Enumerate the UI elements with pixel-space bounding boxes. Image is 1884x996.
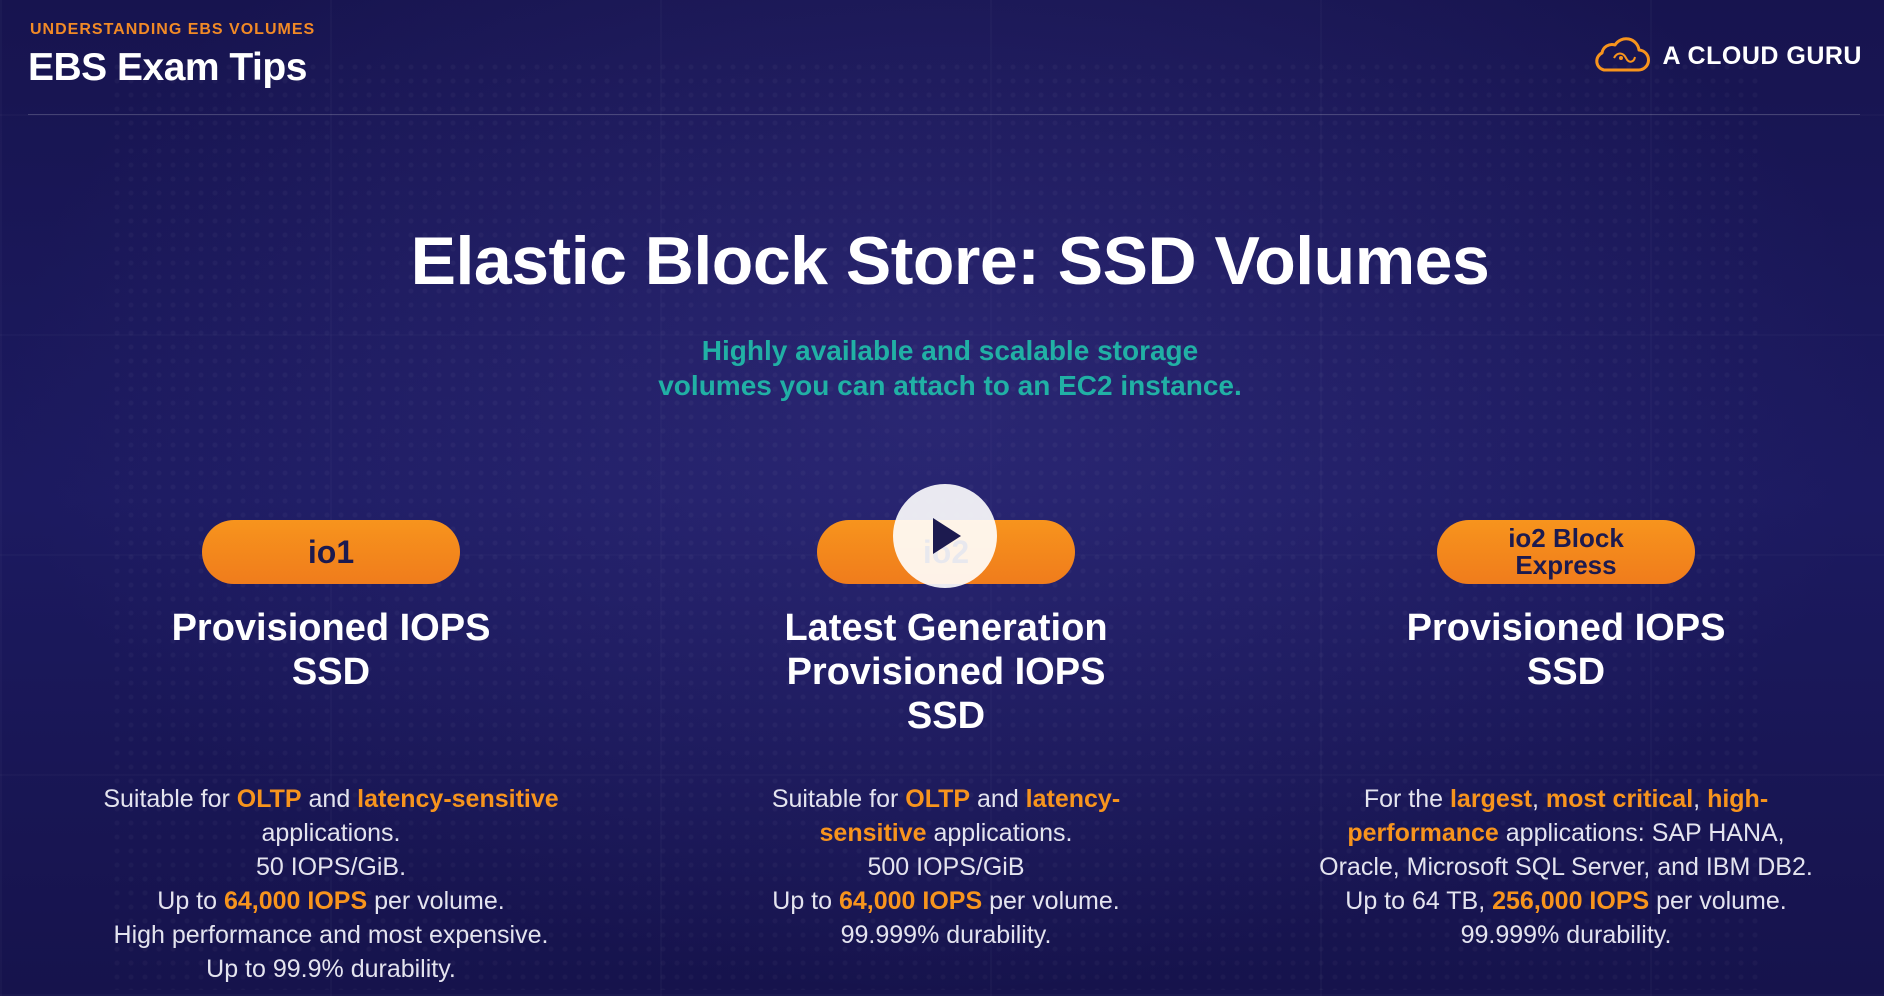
brand: A CLOUD GURU bbox=[1590, 36, 1862, 76]
volume-column-io1: io1 Provisioned IOPS SSD Suitable for OL… bbox=[70, 520, 592, 983]
play-button[interactable] bbox=[893, 484, 997, 588]
volume-title-line: Provisioned IOPS bbox=[786, 651, 1106, 693]
cloud-icon bbox=[1595, 37, 1651, 72]
desc-line: 99.999% durability. bbox=[1460, 921, 1672, 949]
volume-title: Latest Generation Provisioned IOPS SSD bbox=[695, 606, 1197, 738]
volume-title: Provisioned IOPS SSD bbox=[70, 606, 592, 694]
desc-line: performance applications: SAP HANA, bbox=[1347, 819, 1785, 847]
desc-line: Up to 64,000 IOPS per volume. bbox=[772, 887, 1120, 915]
slide-title: Elastic Block Store: SSD Volumes bbox=[410, 223, 1490, 299]
section-label: UNDERSTANDING EBS VOLUMES bbox=[30, 21, 316, 38]
volume-title-line: Latest Generation bbox=[784, 607, 1108, 649]
desc-line: Up to 64 TB, 256,000 IOPS per volume. bbox=[1345, 887, 1787, 915]
volume-badge-io2-block-express: io2 Block Express bbox=[1437, 520, 1695, 584]
desc-line: For the largest, most critical, high- bbox=[1363, 785, 1769, 813]
desc-line: 500 IOPS/GiB bbox=[867, 853, 1025, 881]
desc-line: 99.999% durability. bbox=[840, 921, 1052, 949]
desc-line: Up to 99.9% durability. bbox=[206, 955, 456, 983]
volume-description: For the largest, most critical, high- pe… bbox=[1295, 782, 1837, 952]
desc-line: Oracle, Microsoft SQL Server, and IBM DB… bbox=[1319, 853, 1813, 881]
volume-description: Suitable for OLTP and latency-sensitive … bbox=[70, 782, 592, 986]
badge-line: io2 Block bbox=[1508, 523, 1624, 553]
volume-title: Provisioned IOPS SSD bbox=[1295, 606, 1837, 694]
volume-column-io2-block-express: io2 Block Express Provisioned IOPS SSD F… bbox=[1295, 520, 1837, 949]
volume-title-line: SSD bbox=[1526, 651, 1606, 693]
desc-line: sensitive applications. bbox=[819, 819, 1073, 847]
badge-line: Express bbox=[1515, 550, 1617, 580]
desc-line: Suitable for OLTP and latency-sensitive bbox=[103, 785, 559, 813]
desc-line: Up to 64,000 IOPS per volume. bbox=[157, 887, 505, 915]
volume-description: Suitable for OLTP and latency- sensitive… bbox=[695, 782, 1197, 952]
play-icon bbox=[933, 518, 961, 554]
volume-title-line: Provisioned IOPS bbox=[1406, 607, 1726, 649]
desc-line: 50 IOPS/GiB. bbox=[255, 853, 407, 881]
volume-badge-io1: io1 bbox=[202, 520, 460, 584]
header-divider bbox=[28, 114, 1860, 115]
subtitle-line-1: Highly available and scalable storage bbox=[701, 335, 1199, 366]
subtitle-line-2: volumes you can attach to an EC2 instanc… bbox=[658, 370, 1242, 401]
volume-title-line: SSD bbox=[291, 651, 371, 693]
volume-title-line: Provisioned IOPS bbox=[171, 607, 491, 649]
desc-line: Suitable for OLTP and latency- bbox=[771, 785, 1121, 813]
desc-line: applications. bbox=[261, 819, 401, 847]
slide-subtitle: Highly available and scalable storage vo… bbox=[0, 333, 1884, 403]
brand-name: A CLOUD GURU bbox=[1662, 41, 1862, 70]
volume-title-line: SSD bbox=[906, 695, 986, 737]
desc-line: High performance and most expensive. bbox=[113, 921, 549, 949]
page-heading: EBS Exam Tips bbox=[28, 46, 307, 89]
